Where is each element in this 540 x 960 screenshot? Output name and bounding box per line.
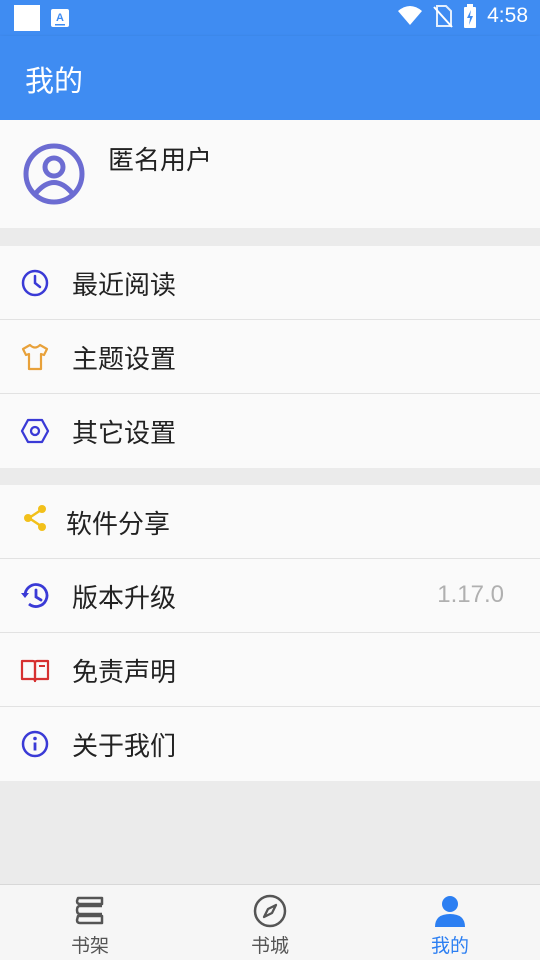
menu-item-label: 软件分享	[66, 510, 171, 540]
menu-item-label: 主题设置	[72, 345, 177, 375]
notification-square-icon	[14, 5, 40, 31]
battery-charging-icon	[464, 4, 477, 28]
info-icon	[21, 730, 49, 758]
tab-mine[interactable]: 我的	[360, 885, 540, 960]
menu-item-version-upgrade[interactable]: 版本升级 1.17.0	[0, 559, 540, 633]
compass-icon	[253, 894, 287, 928]
menu-item-recent-reading[interactable]: 最近阅读	[0, 246, 540, 320]
tab-label: 我的	[430, 935, 469, 957]
menu-item-about-us[interactable]: 关于我们	[0, 707, 540, 781]
svg-text:A: A	[56, 12, 64, 24]
share-icon	[24, 505, 46, 531]
no-sim-icon	[433, 5, 453, 28]
menu-group-1: 最近阅读 主题设置 其它设置	[0, 246, 540, 468]
menu-group-2: 软件分享 版本升级 1.17.0 免责声明 关于我们	[0, 485, 540, 781]
menu-item-other-settings[interactable]: 其它设置	[0, 394, 540, 468]
person-icon	[435, 896, 465, 927]
menu-item-label: 关于我们	[72, 732, 177, 762]
version-number: 1.17.0	[437, 581, 504, 608]
menu-item-label: 免责声明	[72, 658, 177, 688]
menu-item-label: 其它设置	[72, 419, 177, 449]
profile-card[interactable]: 匿名用户	[0, 120, 540, 228]
tab-label: 书架	[70, 935, 109, 957]
status-bar: A 4:58	[0, 0, 540, 36]
wifi-icon	[398, 6, 423, 25]
tab-label: 书城	[250, 935, 289, 957]
tshirt-icon	[21, 343, 49, 371]
menu-item-share[interactable]: 软件分享	[0, 485, 540, 559]
avatar-icon	[23, 143, 85, 205]
hexagon-settings-icon	[20, 418, 50, 444]
page-title: 我的	[25, 64, 84, 98]
tab-bookstore[interactable]: 书城	[180, 885, 360, 960]
bookshelf-icon	[75, 896, 104, 925]
history-icon	[21, 583, 49, 608]
clock-icon	[21, 269, 49, 297]
book-icon	[20, 659, 50, 683]
keyboard-a-icon: A	[51, 9, 69, 27]
bottom-nav: 书架 书城 我的	[0, 884, 540, 960]
menu-item-label: 最近阅读	[72, 271, 177, 301]
tab-bookshelf[interactable]: 书架	[0, 885, 180, 960]
menu-item-disclaimer[interactable]: 免责声明	[0, 633, 540, 707]
status-time: 4:58	[487, 4, 528, 27]
app-bar: 我的	[0, 36, 540, 120]
menu-item-label: 版本升级	[72, 584, 177, 614]
username: 匿名用户	[108, 146, 213, 176]
menu-item-theme-settings[interactable]: 主题设置	[0, 320, 540, 394]
